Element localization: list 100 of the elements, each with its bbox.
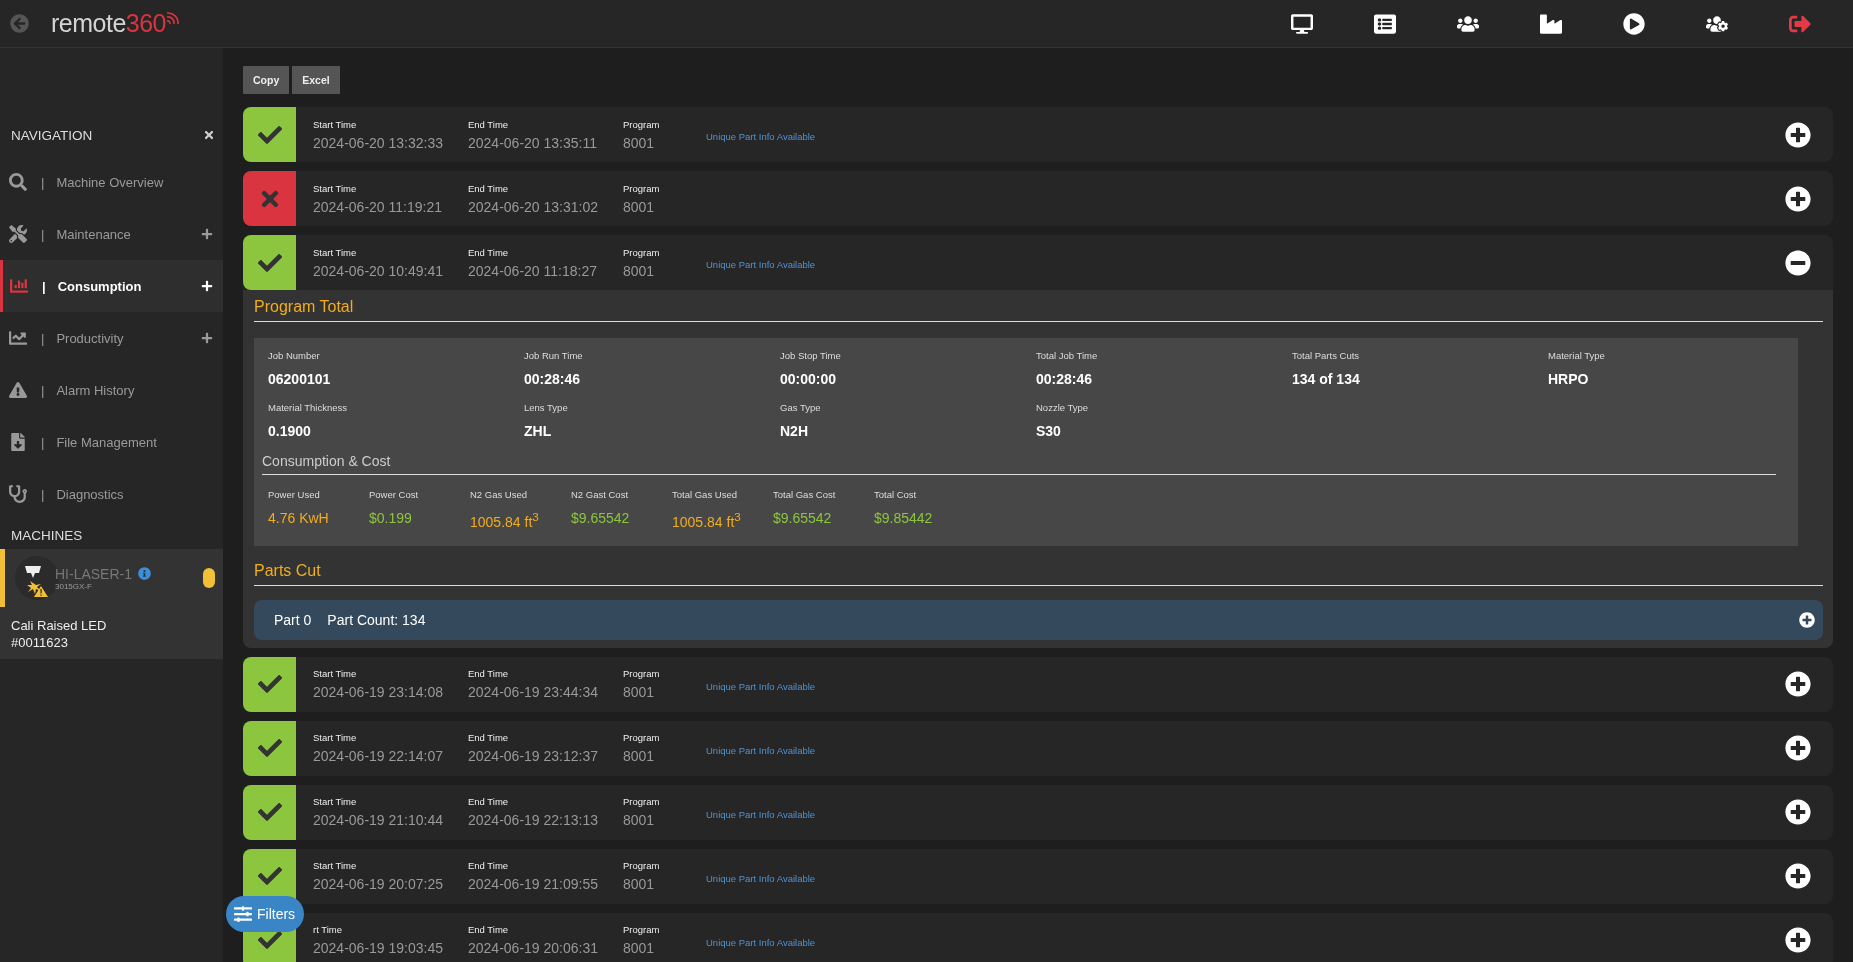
job-row[interactable]: Start Time 2024-06-20 10:49:41 End Time 2024-06-20 11:18:27 Program 8001 Unique Part Info Available: [243, 235, 1833, 290]
part-info-link[interactable]: Unique Part Info Available: [706, 744, 816, 756]
separator: |: [41, 382, 45, 398]
part-info-link[interactable]: Unique Part Info Available: [706, 259, 816, 270]
end-time: 2024-06-19 23:44:34: [468, 684, 599, 701]
cost-value: 1005.84 ft$^{3}$: [470, 510, 540, 530]
start-time: 2024-06-20 10:49:41: [313, 262, 444, 279]
field-value: 00:28:46: [1036, 371, 1094, 387]
end-time: 2024-06-19 23:12:37: [468, 748, 599, 765]
field-label: End Time: [468, 246, 510, 258]
job-row[interactable]: Start Time 2024-06-20 11:19:21 End Time 2024-06-20 13:31:02 Program 8001: [243, 171, 1833, 226]
field-label: Start Time: [313, 860, 358, 872]
expand-button[interactable]: [1785, 863, 1811, 890]
end-time: 2024-06-20 11:18:27: [468, 262, 598, 279]
nav-item[interactable]: | Consumption: [0, 260, 223, 312]
nav-item[interactable]: | Productivity: [0, 312, 223, 364]
separator: |: [41, 434, 45, 450]
field-label: Total Cost: [874, 489, 918, 500]
field-label: Job Run Time: [524, 350, 584, 361]
field-value: 06200101: [268, 371, 332, 387]
plus-icon[interactable]: [201, 332, 213, 344]
nav-item[interactable]: | Machine Overview: [0, 156, 223, 208]
machine-card[interactable]: HI-LASER-1 3015GX-F Cali Raised LED #0011623: [0, 549, 223, 659]
start-time: 2024-06-19 20:07:25: [313, 876, 444, 893]
export-button[interactable]: Excel: [292, 66, 340, 94]
nav-label: Diagnostics: [56, 486, 124, 502]
field-label: Program: [623, 796, 661, 808]
field-value: HRPO: [1548, 371, 1590, 387]
field-label: End Time: [468, 860, 510, 872]
field-label: Program: [623, 118, 661, 130]
program-number: 8001: [623, 134, 656, 151]
job-row[interactable]: Start Time 2024-06-19 20:07:25 End Time 2024-06-19 21:09:55 Program 8001 Unique Part Info Available: [243, 848, 1833, 904]
part-info-link[interactable]: Unique Part Info Available: [706, 808, 816, 820]
program-number: 8001: [623, 812, 656, 829]
nav-item[interactable]: | Alarm History: [0, 364, 223, 416]
cost-value: 4.76 KwH: [268, 510, 330, 526]
plus-icon[interactable]: [201, 228, 213, 240]
separator: |: [42, 278, 46, 294]
field-label: End Time: [468, 182, 510, 194]
nav-item[interactable]: | Diagnostics: [0, 468, 223, 520]
cost-value: $9.85442: [874, 510, 934, 526]
field-value: ZHL: [524, 423, 553, 439]
field-label: Program: [623, 246, 661, 258]
program-number: 8001: [623, 940, 656, 957]
nav-item[interactable]: | Maintenance: [0, 208, 223, 260]
field-label: End Time: [468, 668, 510, 680]
expand-button[interactable]: [1785, 927, 1811, 954]
job-row[interactable]: Start Time 2024-06-20 13:32:33 End Time 2024-06-20 13:35:11 Program 8001 Unique Part Info Available: [243, 107, 1833, 162]
expand-button[interactable]: [1785, 735, 1811, 762]
job-number: #0011623: [11, 634, 69, 651]
expand-button[interactable]: [1785, 121, 1811, 148]
program-number: 8001: [623, 876, 656, 893]
field-label: End Time: [468, 732, 510, 744]
navigation-heading: NAVIGATION: [11, 127, 93, 143]
export-button[interactable]: Copy: [243, 66, 290, 94]
info-icon[interactable]: [138, 567, 152, 580]
field-label: Total Parts Cuts: [1292, 350, 1361, 361]
field-label: Program: [623, 182, 661, 194]
section-title: Program Total: [254, 298, 1823, 322]
expand-button[interactable]: [1785, 185, 1811, 212]
job-row[interactable]: Start Time 2024-06-19 22:14:07 End Time 2024-06-19 23:12:37 Program 8001 Unique Part Info Available: [243, 720, 1833, 776]
field-label: End Time: [468, 118, 510, 130]
field-label: Total Gas Used: [672, 489, 738, 500]
job-row[interactable]: Start Time 2024-06-19 23:14:08 End Time 2024-06-19 23:44:34 Program 8001 Unique Part Info Available: [243, 656, 1833, 712]
part-info-link[interactable]: Unique Part Info Available: [706, 680, 816, 692]
filters-button[interactable]: Filters: [226, 896, 305, 932]
separator: |: [41, 330, 45, 346]
close-icon[interactable]: [203, 129, 215, 141]
field-label: Gas Type: [780, 402, 822, 413]
job-row[interactable]: Start Time 2024-06-19 21:10:44 End Time 2024-06-19 22:13:13 Program 8001 Unique Part Info Available: [243, 784, 1833, 840]
field-label: Job Number: [268, 350, 321, 361]
field-label: Start Time: [313, 732, 358, 744]
expand-button[interactable]: [1785, 799, 1811, 826]
field-value: N2H: [780, 423, 809, 439]
start-time: 2024-06-19 19:03:45: [313, 940, 444, 957]
part-info-link[interactable]: Unique Part Info Available: [706, 872, 816, 884]
field-label: Program: [623, 860, 661, 872]
part-info-link[interactable]: Unique Part Info Available: [706, 936, 816, 948]
field-label: Program: [623, 732, 661, 744]
part-info-link[interactable]: Unique Part Info Available: [706, 131, 816, 142]
nav-item[interactable]: | File Management: [0, 416, 223, 468]
part-row[interactable]: Part 0 Part Count: 134: [254, 599, 1823, 640]
section-title: Parts Cut: [254, 561, 1823, 586]
field-value: 00:28:46: [524, 371, 582, 387]
field-label: Power Cost: [369, 489, 420, 500]
plus-icon[interactable]: [201, 280, 213, 292]
field-label: Program: [623, 668, 661, 680]
start-time: 2024-06-20 13:32:33: [313, 134, 444, 151]
expand-button[interactable]: [1785, 671, 1811, 698]
field-value: 00:00:00: [780, 371, 838, 387]
expand-button[interactable]: [1799, 611, 1815, 628]
part-count: Part Count: 134: [327, 611, 426, 628]
collapse-button[interactable]: [1785, 249, 1811, 276]
nav-label: Maintenance: [56, 226, 131, 242]
field-label: Material Thickness: [268, 402, 349, 413]
signal-icon: [166, 11, 181, 25]
cost-value: $9.65542: [773, 510, 833, 526]
program-number: 8001: [623, 198, 656, 215]
separator: |: [41, 226, 45, 242]
end-time: 2024-06-20 13:35:11: [468, 134, 598, 151]
